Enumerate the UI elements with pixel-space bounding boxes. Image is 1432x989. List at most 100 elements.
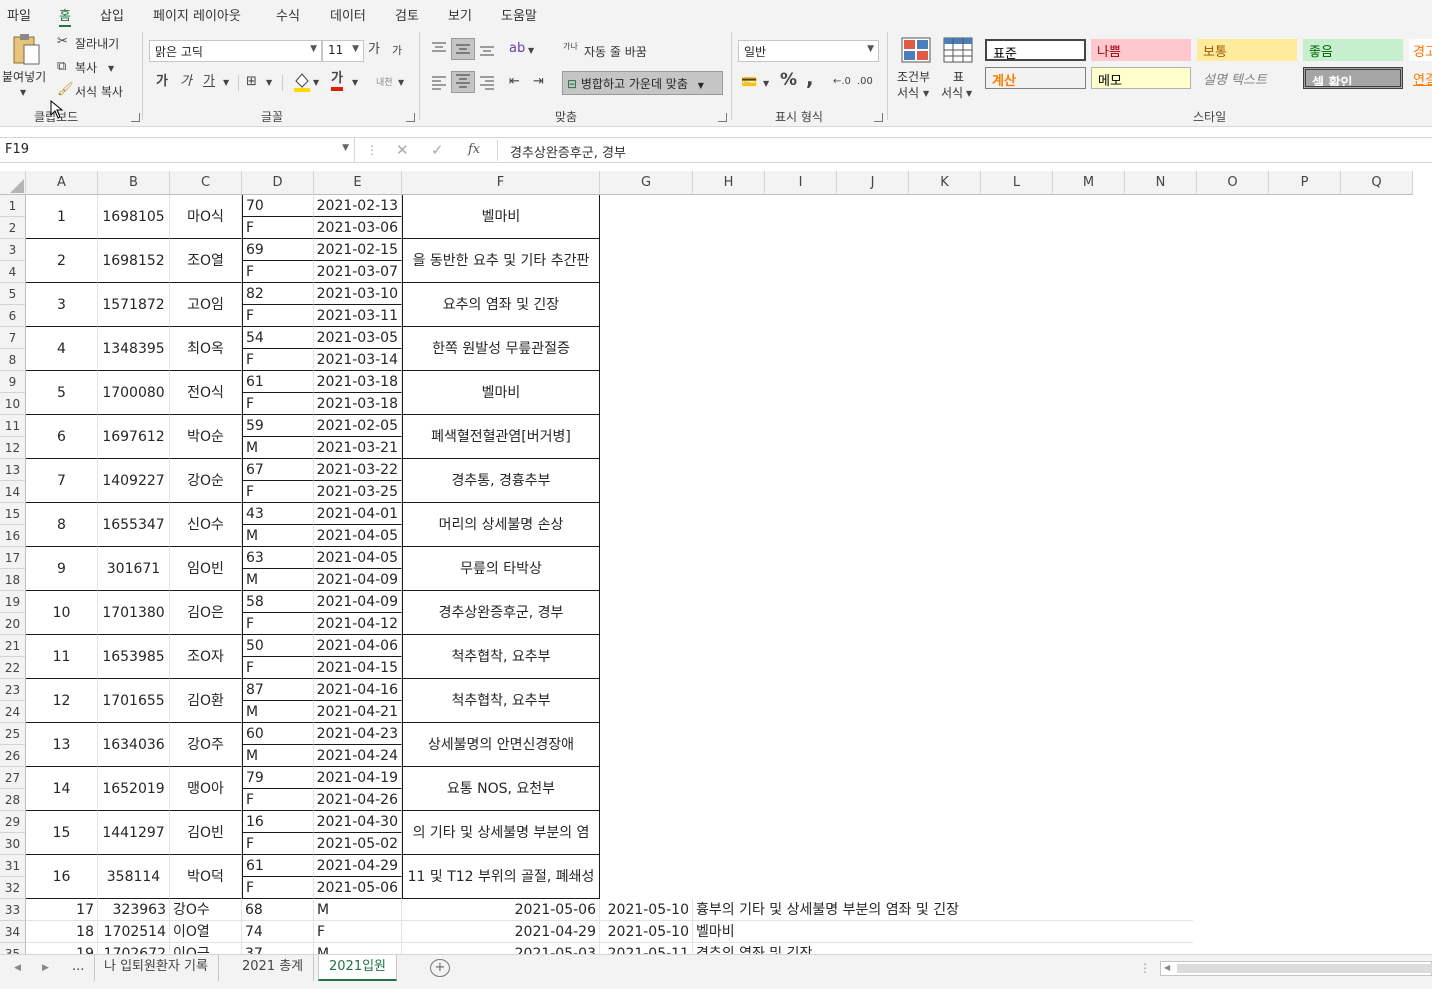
wrap-text-button[interactable]: 자동 줄 바꿈 bbox=[584, 43, 647, 60]
row-header[interactable]: 33 bbox=[0, 899, 26, 921]
cell-diagnosis[interactable]: 경추의 염좌 및 긴장 bbox=[693, 943, 1193, 954]
cell-patient-id[interactable]: 323963 bbox=[98, 899, 170, 921]
cell-age[interactable]: 87 bbox=[242, 679, 314, 701]
row-header[interactable]: 11 bbox=[0, 415, 26, 437]
column-header-l[interactable]: L bbox=[981, 171, 1053, 195]
cell-sex[interactable]: M bbox=[242, 569, 314, 591]
cell-sex[interactable]: M bbox=[314, 943, 402, 954]
menu-view[interactable]: 보기 bbox=[448, 5, 472, 24]
cell-sex[interactable]: F bbox=[242, 217, 314, 239]
clipboard-launcher-icon[interactable] bbox=[131, 113, 140, 122]
cell-patient-id[interactable]: 1701655 bbox=[98, 679, 170, 723]
cell-patient-name[interactable]: 이O근 bbox=[170, 943, 242, 954]
cell-patient-name[interactable]: 마O식 bbox=[170, 195, 242, 239]
cell-age[interactable]: 63 bbox=[242, 547, 314, 569]
row-header[interactable]: 15 bbox=[0, 503, 26, 525]
cell-patient-id[interactable]: 1698152 bbox=[98, 239, 170, 283]
tab-split-handle-icon[interactable]: ⋮ bbox=[1139, 959, 1151, 977]
cell-patient-name[interactable]: 조O열 bbox=[170, 239, 242, 283]
menu-page-layout[interactable]: 페이지 레이아웃 bbox=[153, 5, 241, 24]
row-header[interactable]: 4 bbox=[0, 261, 26, 283]
cell-discharge-date[interactable]: 2021-03-14 bbox=[314, 349, 402, 371]
row-header[interactable]: 28 bbox=[0, 789, 26, 811]
cell-admit-date[interactable]: 2021-04-29 bbox=[402, 921, 600, 943]
menu-data[interactable]: 데이터 bbox=[330, 5, 366, 24]
cell-age[interactable]: 16 bbox=[242, 811, 314, 833]
cell-patient-id[interactable]: 1702672 bbox=[98, 943, 170, 954]
style-normal[interactable]: 표준 bbox=[985, 39, 1086, 61]
style-neutral[interactable]: 보통 bbox=[1197, 39, 1297, 61]
cell-patient-name[interactable]: 최O옥 bbox=[170, 327, 242, 371]
style-warning[interactable]: 경고 bbox=[1409, 39, 1432, 61]
format-table-label-1[interactable]: 표 bbox=[953, 68, 964, 85]
scroll-right-icon[interactable]: ▶ bbox=[42, 959, 49, 977]
enter-icon[interactable]: ✓ bbox=[431, 141, 444, 159]
cut-button[interactable]: 잘라내기 bbox=[75, 35, 119, 52]
cell-diagnosis[interactable]: 폐색혈전혈관염[버거병] bbox=[402, 415, 600, 459]
row-header[interactable]: 2 bbox=[0, 217, 26, 239]
chevron-down-icon[interactable]: ▼ bbox=[313, 74, 319, 92]
chevron-down-icon[interactable]: ▼ bbox=[223, 74, 229, 92]
column-header-d[interactable]: D bbox=[242, 171, 314, 195]
chevron-down-icon[interactable]: ▼ bbox=[266, 74, 272, 92]
cell-patient-name[interactable]: 이O열 bbox=[170, 921, 242, 943]
cell-age[interactable]: 37 bbox=[242, 943, 314, 954]
accounting-format-icon[interactable]: 💳 bbox=[741, 74, 757, 92]
cell-no[interactable]: 16 bbox=[26, 855, 98, 899]
cell-patient-name[interactable]: 김O은 bbox=[170, 591, 242, 635]
row-header[interactable]: 8 bbox=[0, 349, 26, 371]
align-left-icon[interactable] bbox=[431, 75, 447, 91]
cell-no[interactable]: 3 bbox=[26, 283, 98, 327]
horizontal-scrollbar[interactable]: ◀ bbox=[1160, 961, 1432, 976]
cell-sex[interactable]: M bbox=[314, 899, 402, 921]
cell-age[interactable]: 61 bbox=[242, 855, 314, 877]
cell-admit-date[interactable]: 2021-04-06 bbox=[314, 635, 402, 657]
cell-patient-name[interactable]: 맹O아 bbox=[170, 767, 242, 811]
cell-age[interactable]: 58 bbox=[242, 591, 314, 613]
cell-no[interactable]: 9 bbox=[26, 547, 98, 591]
cell-patient-id[interactable]: 358114 bbox=[98, 855, 170, 899]
merge-center-button[interactable]: ⊟ 병합하고 가운데 맞춤 ▼ bbox=[562, 71, 723, 95]
cell-age[interactable]: 82 bbox=[242, 283, 314, 305]
cell-patient-name[interactable]: 박O덕 bbox=[170, 855, 242, 899]
row-header[interactable]: 13 bbox=[0, 459, 26, 481]
chevron-down-icon[interactable]: ▼ bbox=[398, 74, 404, 92]
cell-sex[interactable]: F bbox=[242, 613, 314, 635]
cell-admit-date[interactable]: 2021-05-06 bbox=[402, 899, 600, 921]
chevron-down-icon[interactable]: ▼ bbox=[342, 143, 349, 153]
cell-diagnosis[interactable]: 벨마비 bbox=[402, 195, 600, 239]
cell-admit-date[interactable]: 2021-04-05 bbox=[314, 547, 402, 569]
cell-discharge-date[interactable]: 2021-04-12 bbox=[314, 613, 402, 635]
scrollbar-thumb[interactable] bbox=[1177, 964, 1432, 973]
cell-no[interactable]: 14 bbox=[26, 767, 98, 811]
row-header[interactable]: 5 bbox=[0, 283, 26, 305]
style-good[interactable]: 좋음 bbox=[1303, 39, 1403, 61]
border-icon[interactable]: ⊞ bbox=[246, 73, 257, 91]
column-header-a[interactable]: A bbox=[26, 171, 98, 195]
row-header[interactable]: 1 bbox=[0, 195, 26, 217]
style-linked-cell[interactable]: 연결 bbox=[1409, 67, 1432, 89]
cell-diagnosis[interactable]: 벨마비 bbox=[693, 921, 1193, 943]
column-header-m[interactable]: M bbox=[1053, 171, 1125, 195]
row-header[interactable]: 19 bbox=[0, 591, 26, 613]
row-header[interactable]: 32 bbox=[0, 877, 26, 899]
cell-patient-name[interactable]: 전O식 bbox=[170, 371, 242, 415]
cell-no[interactable]: 4 bbox=[26, 327, 98, 371]
format-table-label-2[interactable]: 서식 bbox=[941, 84, 963, 101]
paste-icon[interactable] bbox=[10, 33, 42, 67]
cell-age[interactable]: 50 bbox=[242, 635, 314, 657]
row-header[interactable]: 20 bbox=[0, 613, 26, 635]
cell-diagnosis[interactable]: 요통 NOS, 요천부 bbox=[402, 767, 600, 811]
style-check-cell[interactable]: 셀 확인 bbox=[1303, 67, 1403, 89]
cell-admit-date[interactable]: 2021-02-05 bbox=[314, 415, 402, 437]
row-header[interactable]: 26 bbox=[0, 745, 26, 767]
column-header-k[interactable]: K bbox=[909, 171, 981, 195]
cell-age[interactable]: 74 bbox=[242, 921, 314, 943]
bold-button[interactable]: 가 bbox=[156, 73, 168, 91]
cell-diagnosis[interactable]: 요추의 염좌 및 긴장 bbox=[402, 283, 600, 327]
cell-patient-name[interactable]: 김O환 bbox=[170, 679, 242, 723]
column-header-f[interactable]: F bbox=[402, 171, 600, 195]
menu-formulas[interactable]: 수식 bbox=[276, 5, 300, 24]
row-header[interactable]: 30 bbox=[0, 833, 26, 855]
column-header-p[interactable]: P bbox=[1269, 171, 1341, 195]
